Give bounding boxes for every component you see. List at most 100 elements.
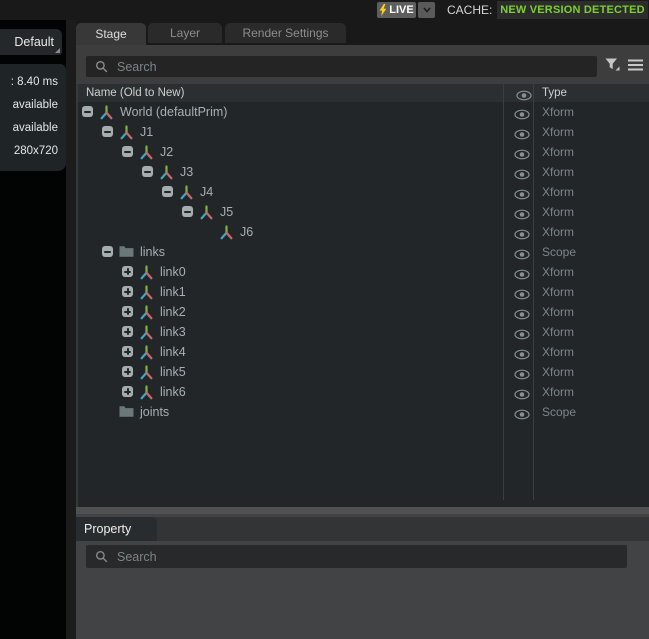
prim-type: Xform: [542, 102, 574, 122]
tree-row[interactable]: J2 Xform: [76, 142, 649, 162]
tree-row[interactable]: J3 Xform: [76, 162, 649, 182]
xform-icon: [139, 385, 154, 400]
menu-icon[interactable]: [627, 58, 643, 71]
expander-plus-icon[interactable]: [122, 326, 133, 337]
tree-row[interactable]: link0 Xform: [76, 262, 649, 282]
column-header-type[interactable]: Type: [542, 84, 567, 102]
visibility-eye-icon[interactable]: [514, 127, 530, 138]
prim-name: link1: [160, 282, 186, 302]
expander-plus-icon[interactable]: [122, 266, 133, 277]
prim-name: link4: [160, 342, 186, 362]
visibility-eye-icon[interactable]: [514, 167, 530, 178]
visibility-eye-icon[interactable]: [514, 207, 530, 218]
visibility-eye-icon[interactable]: [514, 347, 530, 358]
vertical-splitter[interactable]: [66, 20, 76, 639]
tab-property[interactable]: Property: [76, 517, 157, 541]
tree-row[interactable]: World (defaultPrim) Xform: [76, 102, 649, 122]
tree-row[interactable]: link3 Xform: [76, 322, 649, 342]
lightning-icon: [379, 4, 387, 16]
prim-name: J6: [240, 222, 253, 242]
prim-name: link0: [160, 262, 186, 282]
visibility-eye-icon[interactable]: [514, 407, 530, 418]
xform-icon: [139, 285, 154, 300]
visibility-eye-icon[interactable]: [514, 247, 530, 258]
visibility-eye-icon[interactable]: [514, 367, 530, 378]
expander-minus-icon[interactable]: [142, 166, 153, 177]
expander-plus-icon[interactable]: [122, 386, 133, 397]
prim-type: Xform: [542, 182, 574, 202]
live-sync-button[interactable]: LIVE: [377, 2, 416, 18]
prim-name: J3: [180, 162, 193, 182]
expander-minus-icon[interactable]: [182, 206, 193, 217]
tree-row[interactable]: J4 Xform: [76, 182, 649, 202]
tree-rows: World (defaultPrim) Xform J1 Xform J2 Xf…: [76, 102, 649, 422]
expander-minus-icon[interactable]: [82, 106, 93, 117]
prim-name: link3: [160, 322, 186, 342]
tree-row[interactable]: joints Scope: [76, 402, 649, 422]
tree-row[interactable]: link6 Xform: [76, 382, 649, 402]
expander-minus-icon[interactable]: [102, 126, 113, 137]
prim-type: Xform: [542, 262, 574, 282]
visibility-eye-icon[interactable]: [514, 307, 530, 318]
prim-name: J5: [220, 202, 233, 222]
prim-name: links: [140, 242, 165, 262]
property-tab-strip: Property: [76, 517, 649, 541]
prim-type: Xform: [542, 222, 574, 242]
property-search-input[interactable]: [115, 549, 571, 565]
cache-label: CACHE:: [447, 0, 492, 20]
tree-row[interactable]: link1 Xform: [76, 282, 649, 302]
visibility-eye-icon[interactable]: [514, 227, 530, 238]
visibility-eye-icon[interactable]: [514, 267, 530, 278]
xform-icon: [179, 185, 194, 200]
top-bar: LIVE CACHE: NEW VERSION DETECTED: [0, 0, 649, 20]
folder-icon: [119, 405, 134, 420]
tree-row[interactable]: J6 Xform: [76, 222, 649, 242]
live-dropdown-button[interactable]: [418, 2, 435, 18]
tab-stage[interactable]: Stage: [76, 23, 146, 45]
visibility-eye-icon[interactable]: [514, 327, 530, 338]
viewport-stat-line: available: [0, 94, 58, 117]
visibility-eye-icon[interactable]: [514, 187, 530, 198]
prim-type: Xform: [542, 282, 574, 302]
prim-name: joints: [140, 402, 169, 422]
tab-render-settings-label: Render Settings: [242, 26, 328, 40]
tab-render-settings[interactable]: Render Settings: [225, 23, 346, 43]
expander-plus-icon[interactable]: [122, 366, 133, 377]
column-header-name[interactable]: Name (Old to New): [86, 84, 184, 102]
viewport-strip: Default : 8.40 msavailableavailable280x7…: [0, 20, 66, 639]
visibility-eye-icon[interactable]: [514, 107, 530, 118]
stage-search-input[interactable]: [115, 59, 546, 75]
filter-icon[interactable]: [604, 58, 620, 72]
visibility-eye-icon[interactable]: [514, 287, 530, 298]
property-search-box: [86, 545, 627, 568]
viewport-camera-tab[interactable]: Default: [0, 29, 62, 55]
viewport-camera-label: Default: [14, 35, 54, 49]
tree-row[interactable]: links Scope: [76, 242, 649, 262]
prim-type: Xform: [542, 322, 574, 342]
viewport-stat-line: available: [0, 117, 58, 140]
expander-minus-icon[interactable]: [162, 186, 173, 197]
prim-type: Xform: [542, 202, 574, 222]
prim-name: World (defaultPrim): [120, 102, 227, 122]
tab-layer[interactable]: Layer: [148, 23, 222, 43]
column-header-eye-icon[interactable]: [516, 88, 532, 99]
tree-row[interactable]: link5 Xform: [76, 362, 649, 382]
prim-name: J2: [160, 142, 173, 162]
expander-minus-icon[interactable]: [122, 146, 133, 157]
xform-icon: [139, 305, 154, 320]
visibility-eye-icon[interactable]: [514, 387, 530, 398]
expander-plus-icon[interactable]: [122, 346, 133, 357]
tree-row[interactable]: J1 Xform: [76, 122, 649, 142]
tree-row[interactable]: link4 Xform: [76, 342, 649, 362]
prim-type: Xform: [542, 122, 574, 142]
tree-row[interactable]: link2 Xform: [76, 302, 649, 322]
tree-row[interactable]: J5 Xform: [76, 202, 649, 222]
expander-plus-icon[interactable]: [122, 286, 133, 297]
visibility-eye-icon[interactable]: [514, 147, 530, 158]
horizontal-splitter[interactable]: [76, 507, 649, 514]
prim-type: Xform: [542, 362, 574, 382]
prim-name: link2: [160, 302, 186, 322]
expander-plus-icon[interactable]: [122, 306, 133, 317]
expander-minus-icon[interactable]: [102, 246, 113, 257]
xform-icon: [139, 265, 154, 280]
